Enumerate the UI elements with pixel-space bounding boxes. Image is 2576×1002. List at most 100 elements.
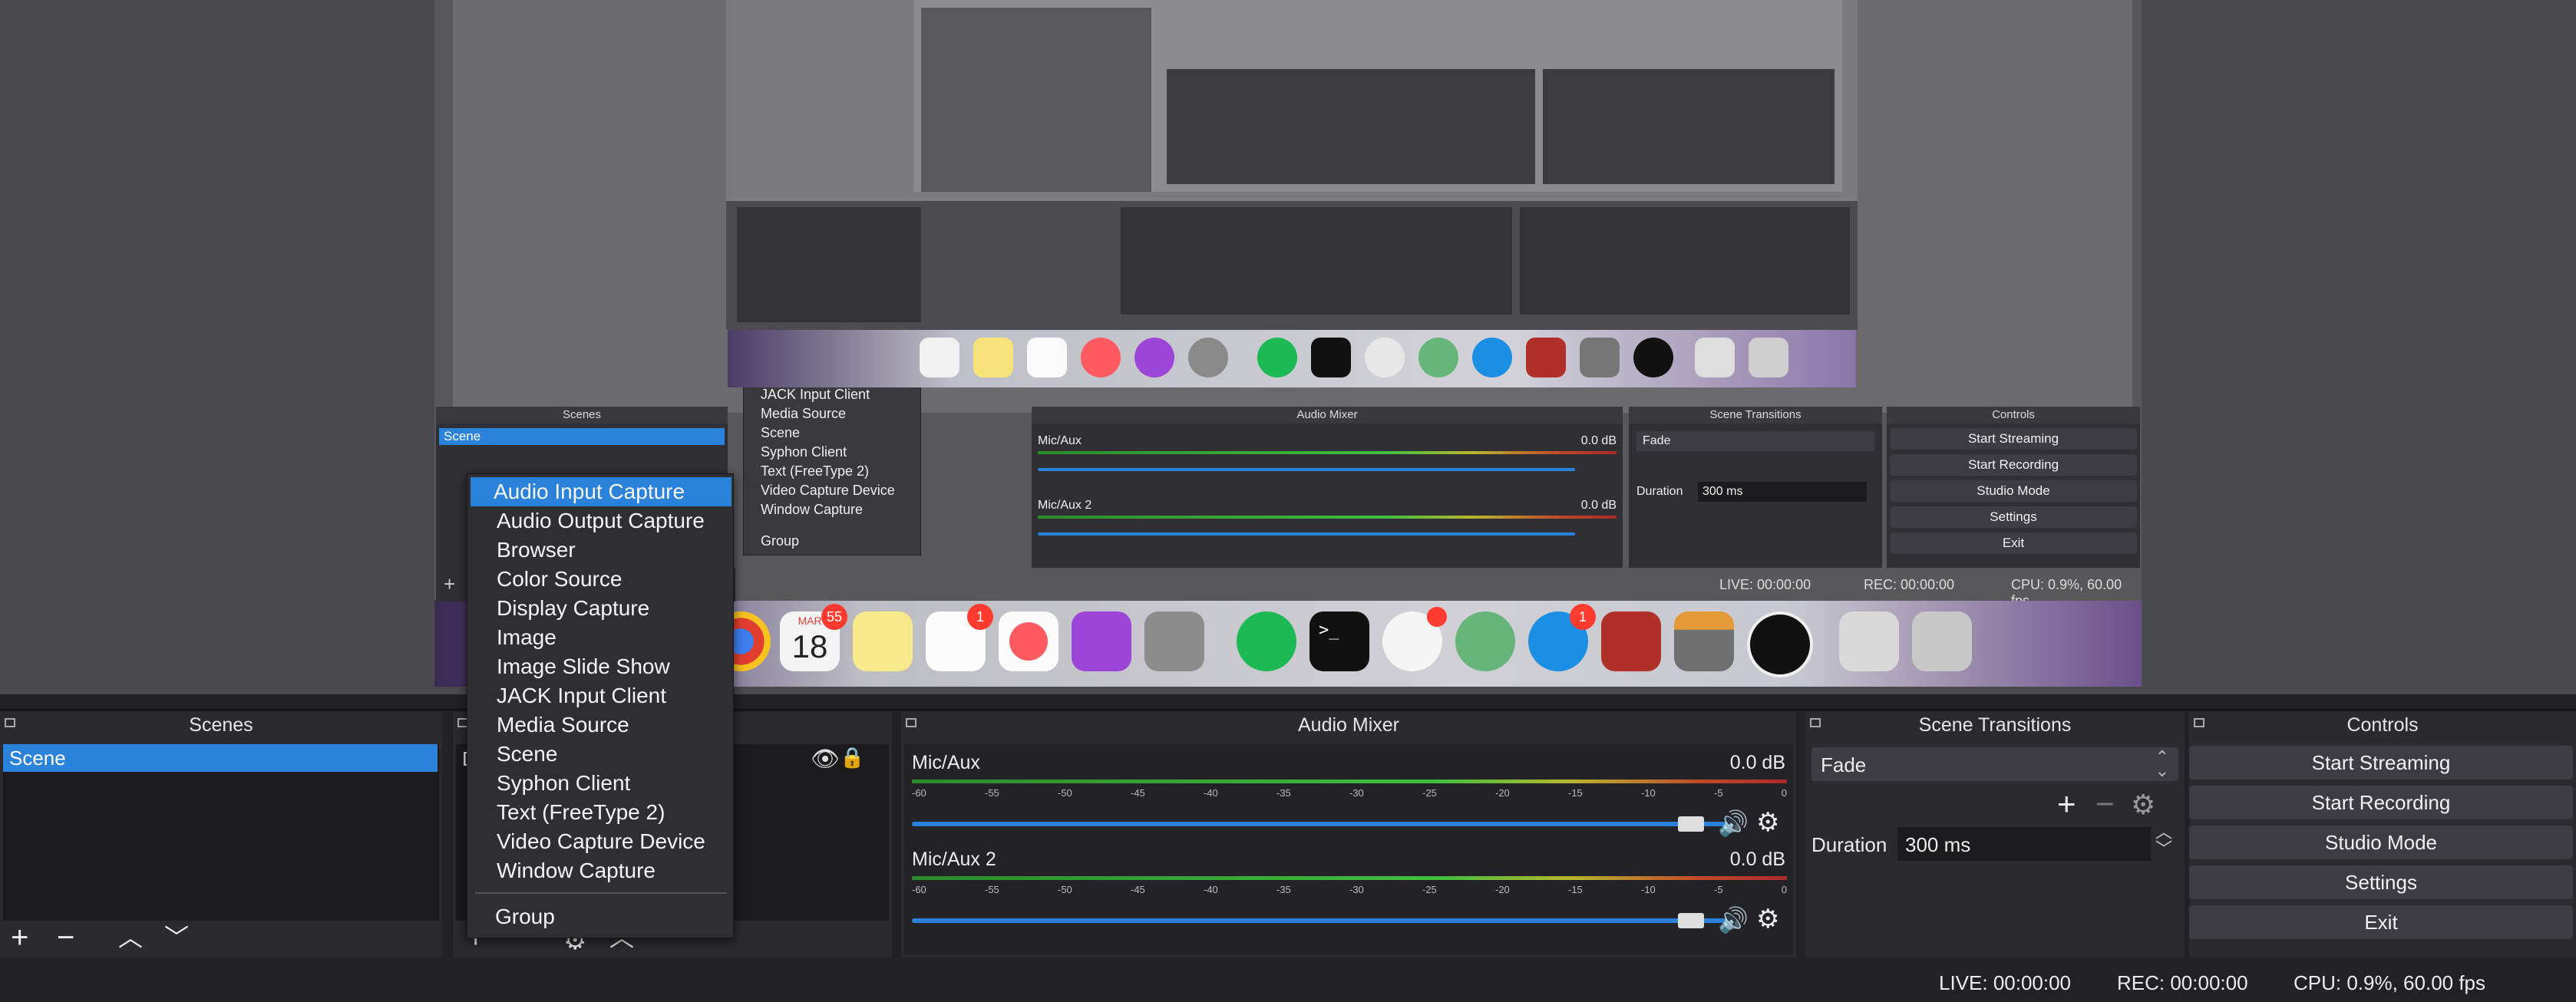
folder-icon: [1839, 611, 1899, 671]
dock-float-icon[interactable]: [1810, 718, 1821, 727]
speaker-icon[interactable]: 🔊: [1718, 809, 1749, 838]
controls-title: Controls: [2189, 712, 2576, 738]
deep-trash-icon: [1749, 338, 1788, 377]
menu-item-group[interactable]: Group: [467, 902, 735, 931]
add-source-context-menu: Audio Input Capture Audio Output Capture B…: [467, 473, 734, 938]
move-scene-down-icon[interactable]: ﹀: [164, 921, 189, 954]
remove-transition-icon[interactable]: −: [2095, 786, 2115, 822]
meter-mic-aux-2: [912, 876, 1787, 880]
acrobat-icon: [1601, 611, 1661, 671]
mini-scene-item: Scene: [439, 428, 725, 445]
meter-tick-label: -45: [1131, 884, 1145, 895]
menu-item-scene[interactable]: Scene: [467, 740, 735, 769]
meter-tick-label: -15: [1568, 884, 1583, 895]
start-streaming-button[interactable]: Start Streaming: [2189, 746, 2573, 780]
mini-audio-mixer: Audio Mixer Mic/Aux 0.0 dB Mic/Aux 2 0.0…: [1032, 407, 1623, 568]
menu-item-display-capture[interactable]: Display Capture: [467, 594, 735, 623]
menu-item-image[interactable]: Image: [467, 623, 735, 652]
dock-float-icon[interactable]: [5, 718, 15, 727]
mini-slider-2: [1038, 532, 1575, 536]
atom-icon: [1455, 611, 1515, 671]
mini-start-recording: Start Recording: [1890, 454, 2137, 476]
duration-stepper[interactable]: ︿ ﹀: [2155, 824, 2172, 858]
mini-mic-aux-2-db: 0.0 dB: [1580, 499, 1617, 512]
transition-properties-gear-icon[interactable]: ⚙: [2131, 789, 2155, 821]
meter-tick-label: -55: [985, 787, 999, 799]
speaker-icon[interactable]: 🔊: [1718, 905, 1749, 934]
select-updown-icon: ⌃ ⌄: [2155, 747, 2169, 780]
volume-slider-mic-aux[interactable]: [912, 822, 1726, 826]
news-icon: [999, 611, 1058, 671]
deep-reminders-icon: [1027, 338, 1067, 377]
calendar-day: 18: [791, 628, 828, 664]
meter-tick-label: -15: [1568, 787, 1583, 799]
channel-gear-icon[interactable]: ⚙: [1756, 904, 1779, 934]
deep-atom-icon: [1418, 338, 1458, 377]
mini-mic-aux-2: Mic/Aux 2: [1038, 499, 1092, 512]
volume-slider-mic-aux-2[interactable]: [912, 918, 1726, 923]
meter-tick-label: -60: [912, 884, 926, 895]
menu-item-media-source[interactable]: Media Source: [467, 710, 735, 740]
menu-item-text-freetype-2[interactable]: Text (FreeType 2): [467, 798, 735, 827]
lock-icon[interactable]: 🔒: [840, 746, 864, 770]
audio-mixer-dock: Audio Mixer Mic/Aux 0.0 dB -60 -55 -50 -45-…: [901, 712, 1796, 958]
start-recording-button[interactable]: Start Recording: [2189, 786, 2573, 819]
mixer-channels: Mic/Aux 0.0 dB -60 -55 -50 -45 -40 -35 -30 -25-…: [904, 744, 1793, 954]
scene-item[interactable]: Scene: [3, 744, 438, 772]
exit-button[interactable]: Exit: [2189, 905, 2573, 939]
menu-item-audio-input-capture[interactable]: Audio Input Capture: [471, 477, 732, 506]
menu-item-image-slide-show[interactable]: Image Slide Show: [467, 652, 735, 681]
menu-item-jack-input-client[interactable]: JACK Input Client: [467, 681, 735, 710]
scenes-list[interactable]: Scene: [3, 744, 439, 921]
dock-float-icon[interactable]: [2194, 718, 2204, 727]
mini-menu-item: Video Capture Device: [761, 483, 895, 498]
volume-handle-mic-aux-2[interactable]: [1678, 913, 1704, 928]
mini-audio-mixer-title: Audio Mixer: [1032, 407, 1623, 424]
meter-tick-label: -45: [1131, 787, 1145, 799]
transition-select[interactable]: Fade ⌃ ⌄: [1811, 747, 2178, 781]
deep-controls: [1520, 207, 1850, 315]
studio-mode-button[interactable]: Studio Mode: [2189, 826, 2573, 859]
deep-terminal-icon: [1311, 338, 1351, 377]
menu-item-video-capture-device[interactable]: Video Capture Device: [467, 827, 735, 856]
meter-tick-label: -10: [1641, 884, 1656, 895]
deep-notes-icon: [973, 338, 1013, 377]
calendar-icon: MAR 18 55: [780, 604, 847, 671]
menu-separator: [475, 892, 727, 894]
mini-menu-item: Media Source: [761, 406, 847, 421]
deep-calculator-icon: [1580, 338, 1620, 377]
scene-transitions-title: Scene Transitions: [1805, 712, 2185, 738]
volume-handle-mic-aux[interactable]: [1678, 816, 1704, 832]
deep-folder-icon: [1695, 338, 1735, 377]
reminders-icon: 1: [926, 604, 993, 671]
calculator-icon: [1674, 611, 1734, 671]
status-bar: LIVE: 00:00:00 REC: 00:00:00 CPU: 0.9%, …: [0, 961, 2576, 1002]
visibility-eye-icon[interactable]: 👁: [811, 746, 840, 773]
menu-item-window-capture[interactable]: Window Capture: [467, 856, 735, 885]
settings-button[interactable]: Settings: [2189, 865, 2573, 899]
meter-tick-label: -40: [1204, 884, 1218, 895]
channel-gear-icon[interactable]: ⚙: [1756, 807, 1779, 838]
dock-separator: [0, 709, 2576, 710]
add-scene-icon[interactable]: +: [11, 921, 28, 954]
mini-menu-item: Syphon Client: [761, 444, 847, 460]
mini-scenes-title: Scenes: [436, 407, 728, 424]
terminal-icon: >_: [1309, 611, 1369, 671]
move-scene-up-icon[interactable]: ︿: [118, 921, 143, 954]
mini-menu-item: Scene: [761, 425, 801, 440]
meter-tick-label: -25: [1422, 787, 1437, 799]
remove-scene-icon[interactable]: −: [57, 921, 74, 954]
menu-item-browser[interactable]: Browser: [467, 536, 735, 565]
meter-tick-label: -40: [1204, 787, 1218, 799]
meter-tick-label: 0: [1781, 787, 1787, 799]
duration-value: 300 ms: [1905, 833, 1971, 856]
duration-input[interactable]: 300 ms: [1897, 827, 2151, 861]
menu-item-syphon-client[interactable]: Syphon Client: [467, 769, 735, 798]
menu-item-audio-output-capture[interactable]: Audio Output Capture: [467, 506, 735, 536]
menu-item-color-source[interactable]: Color Source: [467, 565, 735, 594]
deep-podcasts-icon: [1134, 338, 1174, 377]
add-transition-icon[interactable]: +: [2057, 786, 2076, 822]
meter-tick-label: -5: [1714, 884, 1723, 895]
meter-tick-label: -25: [1422, 884, 1437, 895]
dock-float-icon[interactable]: [906, 718, 916, 727]
